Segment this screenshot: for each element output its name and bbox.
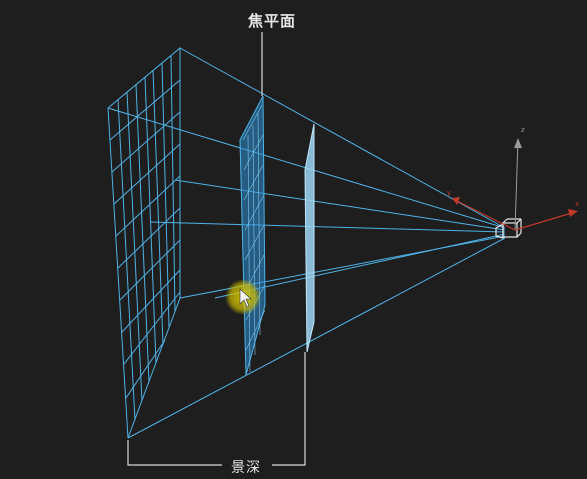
dof-bracket (127, 352, 306, 466)
viewport-3d[interactable]: z x y 焦平面 景深 (0, 0, 587, 479)
axis-label-y: y (447, 189, 451, 197)
camera-frustum-diagram: z x y (107, 32, 579, 466)
depth-of-field-label: 景深 (228, 457, 264, 477)
focal-plane-label: 焦平面 (245, 10, 300, 31)
far-plane-grid (107, 46, 181, 439)
focal-plane (239, 95, 266, 376)
axis-gizmo (452, 138, 578, 231)
dof-plane (304, 123, 315, 353)
axis-label-z: z (521, 126, 525, 134)
axis-label-x: x (575, 200, 579, 208)
